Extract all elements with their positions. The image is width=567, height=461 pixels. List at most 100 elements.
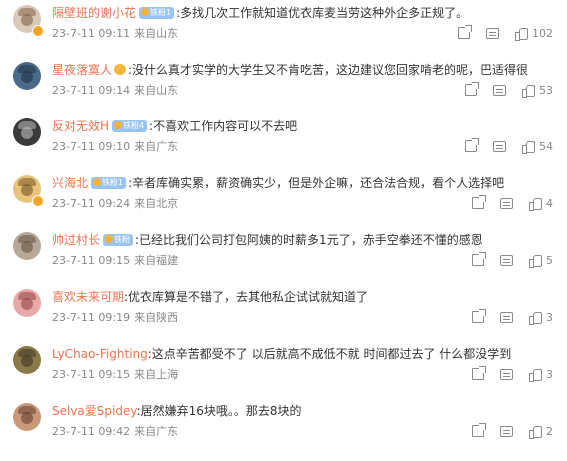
comment-body: 隔壁班的谢小花 铁粉1:多找几次工作就知道优衣库麦当劳这种外企多正规了。 (52, 4, 553, 22)
comment-icon[interactable] (500, 254, 513, 266)
avatar[interactable] (13, 289, 41, 317)
comment-icon[interactable] (493, 140, 506, 152)
comment-body: 星夜落寞人 :没什么真才实学的大学生又不肯吃苦，这边建议您回家啃老的呢，巴适得很 (52, 61, 553, 79)
comment-location: 来自北京 (134, 197, 179, 210)
like-icon[interactable] (529, 311, 542, 325)
comment-icon[interactable] (493, 84, 506, 96)
comment-actions: 3 (456, 366, 553, 382)
fan-level-label: 铁粉4 (123, 120, 145, 130)
username-link[interactable]: 星夜落寞人 (52, 63, 112, 77)
comment-date: 23-7-11 09:42 (52, 425, 131, 438)
comment-actions: 54 (449, 138, 553, 154)
comment-body: 反对无效H 铁粉4 :不喜欢工作内容可以不去吧 (52, 117, 553, 135)
like-icon[interactable] (529, 425, 542, 439)
fan-level-badge: 铁粉1 (91, 176, 127, 189)
comment-location: 来自山东 (134, 84, 179, 97)
like-icon[interactable] (529, 368, 542, 382)
comment-location: 来自广东 (134, 140, 179, 153)
comment-icon[interactable] (500, 425, 513, 437)
comment-text: :居然嫌弃16块哦。。那去8块的 (136, 404, 302, 418)
avatar[interactable] (13, 346, 41, 374)
fan-badge-icon (141, 7, 150, 16)
share-icon[interactable] (465, 82, 479, 96)
comment-icon[interactable] (500, 368, 513, 380)
username-link[interactable]: 喜欢未来可期 (52, 290, 124, 304)
avatar-face (21, 298, 33, 310)
comment-item: Selva爱Spidey:居然嫌弃16块哦。。那去8块的 23-7-11 09:… (0, 398, 567, 454)
like-icon[interactable] (522, 140, 535, 154)
avatar-face (21, 127, 33, 139)
fan-level-label: 铁粉1 (150, 7, 172, 17)
comment-date: 23-7-11 09:15 (52, 368, 131, 381)
share-icon[interactable] (465, 138, 479, 152)
fan-badge-icon (105, 234, 114, 243)
username-link[interactable]: 反对无效H (52, 119, 109, 133)
username-link[interactable]: 帅过村长 (52, 233, 100, 247)
comment-item: 喜欢未来可期:优衣库算是不错了，去其他私企试试就知道了 23-7-11 09:1… (0, 284, 567, 340)
comment-location: 来自广东 (134, 425, 179, 438)
like-count: 4 (546, 196, 553, 210)
comment-actions: 5 (456, 252, 553, 268)
comment-item: 隔壁班的谢小花 铁粉1:多找几次工作就知道优衣库麦当劳这种外企多正规了。 23-7… (0, 0, 567, 56)
fan-badge-icon (114, 120, 123, 129)
comment-date: 23-7-11 09:24 (52, 197, 131, 210)
avatar[interactable] (13, 62, 41, 90)
like-count: 102 (532, 26, 553, 40)
avatar[interactable] (13, 232, 41, 260)
comment-text: :已经比我们公司打包阿姨的时薪多1元了，赤手空拳还不懂的感恩 (135, 233, 483, 247)
comment-meta: 23-7-11 09:14 来自山东 (52, 84, 178, 98)
comment-text: :没什么真才实学的大学生又不肯吃苦，这边建议您回家啃老的呢，巴适得很 (128, 63, 529, 77)
like-count: 53 (539, 83, 553, 97)
share-icon[interactable] (472, 195, 486, 209)
comment-item: 反对无效H 铁粉4:不喜欢工作内容可以不去吧 23-7-11 09:10 来自广东 … (0, 113, 567, 169)
comment-body: LyChao-Fighting:这点辛苦都受不了 以后就高不成低不就 时间都过去… (52, 345, 553, 363)
like-count: 5 (546, 253, 553, 267)
comment-location: 来自陕西 (134, 311, 179, 324)
verified-badge-icon (32, 25, 44, 37)
comment-location: 来自上海 (134, 368, 179, 381)
avatar-face (21, 71, 33, 83)
comment-actions: 102 (442, 25, 553, 41)
comment-meta: 23-7-11 09:11 来自山东 (52, 27, 178, 41)
comment-location: 来自山东 (134, 27, 179, 40)
avatar-face (21, 14, 33, 26)
fan-level-badge: 铁粉4 (112, 119, 148, 132)
comment-meta: 23-7-11 09:15 来自上海 (52, 368, 178, 382)
comment-actions: 2 (456, 423, 553, 439)
comment-meta: 23-7-11 09:10 来自广东 (52, 140, 178, 154)
like-count: 54 (539, 139, 553, 153)
username-link[interactable]: LyChao-Fighting (52, 347, 148, 361)
share-icon[interactable] (472, 252, 486, 266)
comment-body: 兴海北 铁粉1:辛者库确实累，薪资确实少，但是外企嘛，还合法合规，看个人选择吧 (52, 174, 553, 192)
comment-item: LyChao-Fighting:这点辛苦都受不了 以后就高不成低不就 时间都过去… (0, 341, 567, 397)
comment-date: 23-7-11 09:14 (52, 84, 131, 97)
comment-text: :不喜欢工作内容可以不去吧 (149, 119, 298, 133)
comment-body: 喜欢未来可期:优衣库算是不错了，去其他私企试试就知道了 (52, 288, 553, 306)
comment-meta: 23-7-11 09:24 来自北京 (52, 197, 178, 211)
like-icon[interactable] (529, 197, 542, 211)
share-icon[interactable] (472, 423, 486, 437)
comment-icon[interactable] (500, 197, 513, 209)
share-icon[interactable] (472, 366, 486, 380)
comment-date: 23-7-11 09:15 (52, 254, 131, 267)
avatar-face (21, 355, 33, 367)
username-link[interactable]: 隔壁班的谢小花 (52, 6, 136, 20)
comment-text: :这点辛苦都受不了 以后就高不成低不就 时间都过去了 什么都没学到 (147, 347, 512, 361)
avatar[interactable] (13, 403, 41, 431)
avatar-face (21, 241, 33, 253)
fan-badge-icon (93, 177, 102, 186)
username-link[interactable]: Selva爱Spidey (52, 404, 137, 418)
username-link[interactable]: 兴海北 (52, 176, 88, 190)
avatar-face (21, 184, 33, 196)
like-icon[interactable] (522, 84, 535, 98)
avatar[interactable] (13, 118, 41, 146)
comment-icon[interactable] (500, 311, 513, 323)
comment-meta: 23-7-11 09:19 来自陕西 (52, 311, 178, 325)
share-icon[interactable] (472, 309, 486, 323)
like-icon[interactable] (515, 27, 528, 41)
comment-icon[interactable] (486, 27, 499, 39)
comment-text: :优衣库算是不错了，去其他私企试试就知道了 (124, 290, 369, 304)
share-icon[interactable] (458, 25, 472, 39)
avatar-face (21, 412, 33, 424)
like-icon[interactable] (529, 254, 542, 268)
